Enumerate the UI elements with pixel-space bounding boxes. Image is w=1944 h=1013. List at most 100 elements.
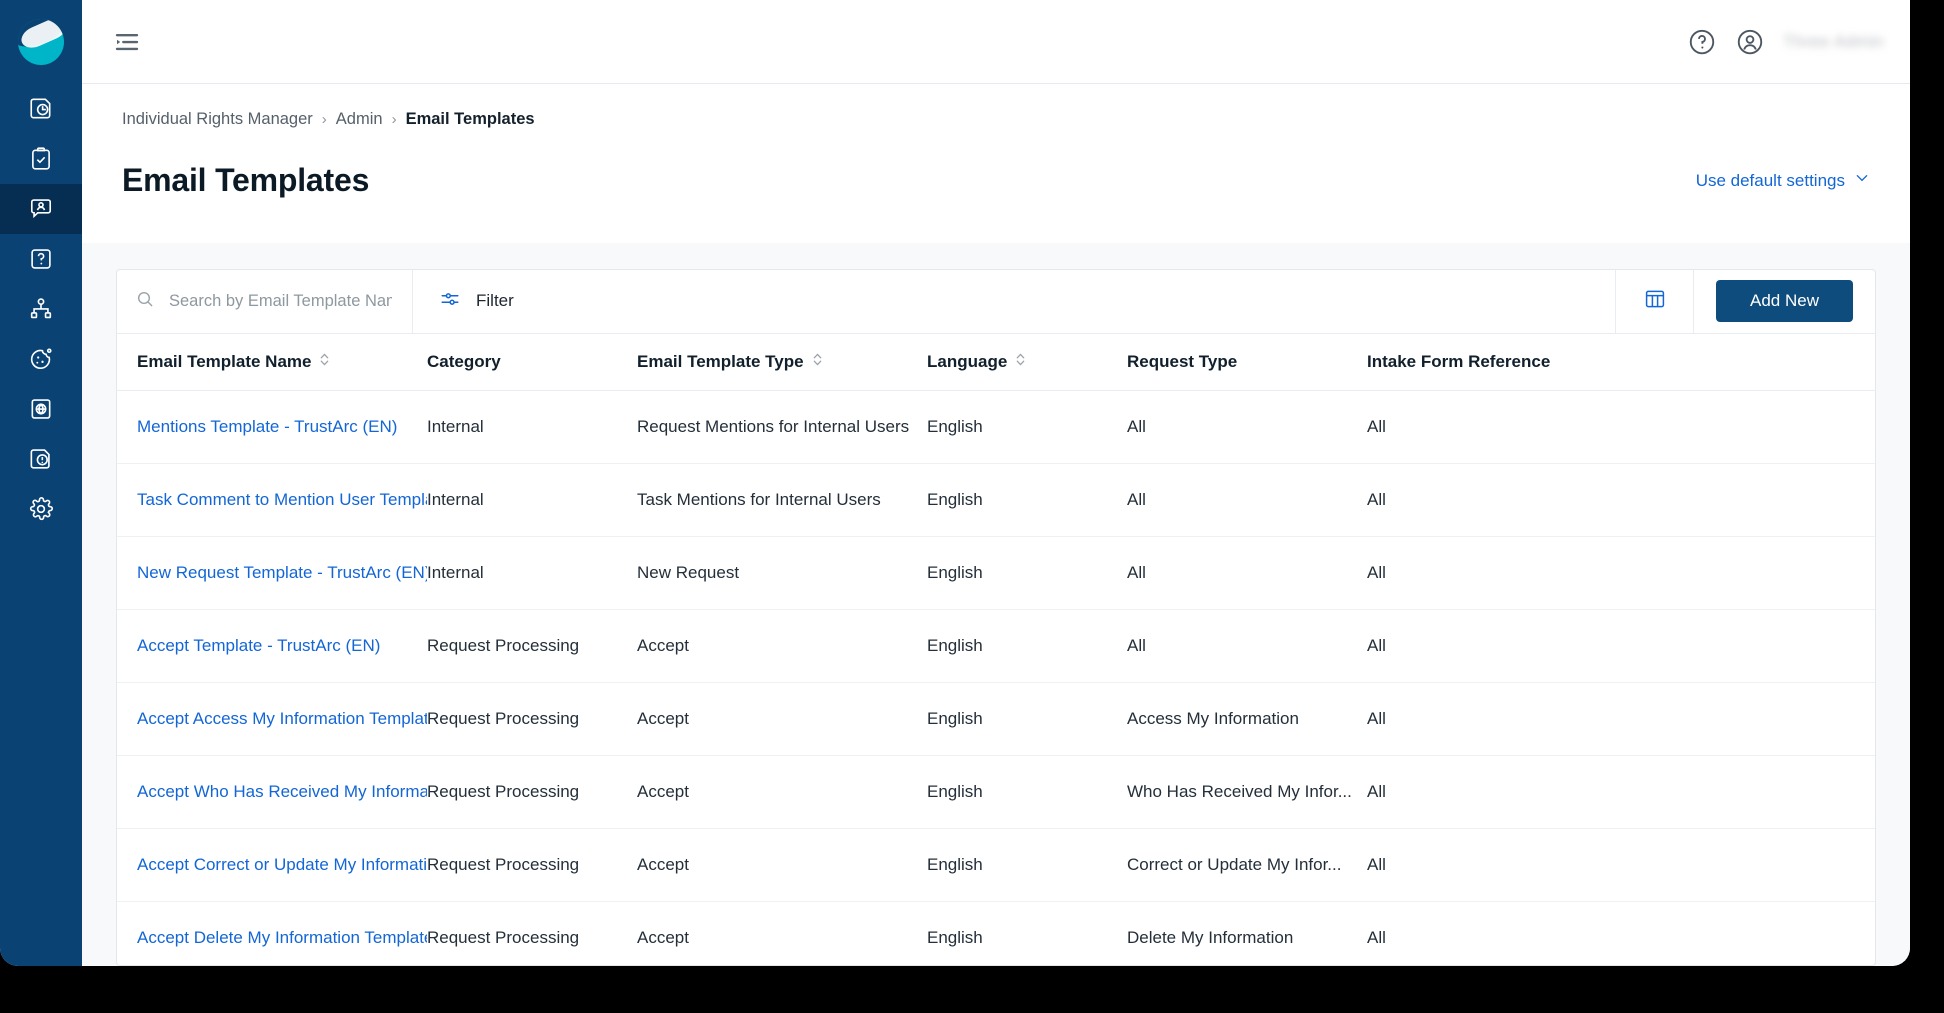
table-row: Accept Delete My Information Template Req…: [117, 901, 1875, 965]
sidebar-item-help-center[interactable]: [0, 234, 82, 284]
user-request-icon: [28, 196, 54, 222]
cell-email-template-name[interactable]: Mentions Template - TrustArc (EN): [117, 390, 427, 464]
sort-toggle-icon[interactable]: [319, 352, 330, 372]
sitemap-icon: [28, 296, 54, 322]
use-default-settings-label: Use default settings: [1695, 170, 1845, 190]
cell-email-template-name[interactable]: Accept Correct or Update My Information …: [117, 828, 427, 902]
cell-email-template-name[interactable]: Accept Template - TrustArc (EN): [117, 609, 427, 683]
cell-intake-form-reference: All: [1367, 901, 1875, 965]
column-label: Category: [427, 351, 501, 371]
cell-email-template-type: Accept: [637, 755, 927, 829]
topbar: Three Admin: [82, 0, 1910, 84]
column-settings-button[interactable]: [1616, 269, 1695, 333]
sidebar-item-data-mapping[interactable]: [0, 284, 82, 334]
cell-email-template-name[interactable]: Task Comment to Mention User Template: [117, 463, 427, 537]
cell-request-type: Who Has Received My Infor...: [1127, 755, 1367, 829]
email-template-link[interactable]: Accept Who Has Received My Information T…: [137, 782, 427, 801]
email-template-link[interactable]: New Request Template - TrustArc (EN): [137, 563, 427, 582]
cell-email-template-type: Task Mentions for Internal Users: [637, 463, 927, 537]
cell-intake-form-reference: All: [1367, 828, 1875, 902]
sort-toggle-icon[interactable]: [812, 352, 823, 372]
page-title: Email Templates: [122, 162, 370, 199]
cell-category: Internal: [427, 463, 637, 537]
cell-category: Request Processing: [427, 609, 637, 683]
breadcrumb: Individual Rights Manager › Admin › Emai…: [122, 110, 1870, 129]
cell-category: Request Processing: [427, 901, 637, 965]
user-name-label: Three Admin: [1783, 31, 1884, 51]
use-default-settings-dropdown[interactable]: Use default settings: [1696, 170, 1870, 191]
cell-intake-form-reference: All: [1367, 536, 1875, 610]
add-new-button[interactable]: Add New: [1716, 280, 1853, 323]
gear-icon: [28, 496, 54, 522]
sort-toggle-icon[interactable]: [1015, 352, 1026, 372]
cell-language: English: [927, 682, 1127, 756]
list-indent-icon[interactable]: [112, 27, 142, 57]
search-input[interactable]: [167, 290, 394, 312]
chevron-down-icon: [1854, 170, 1870, 191]
cell-email-template-type: Accept: [637, 901, 927, 965]
cell-email-template-name[interactable]: New Request Template - TrustArc (EN): [117, 536, 427, 610]
sidebar-item-website-scanning[interactable]: [0, 384, 82, 434]
breadcrumb-item-individual-rights-manager[interactable]: Individual Rights Manager: [122, 110, 313, 129]
user-circle-icon[interactable]: [1735, 27, 1765, 57]
email-template-link[interactable]: Task Comment to Mention User Template: [137, 490, 427, 509]
email-template-link[interactable]: Accept Access My Information Template: [137, 709, 427, 728]
filter-label: Filter: [476, 291, 514, 311]
table-header-row: Email Template Name Category Email Templ…: [117, 333, 1875, 391]
sidebar-item-tasks[interactable]: [0, 134, 82, 184]
cell-language: English: [927, 828, 1127, 902]
column-label: Email Template Name: [137, 351, 312, 371]
cell-email-template-name[interactable]: Accept Who Has Received My Information T…: [117, 755, 427, 829]
add-new-container: Add New: [1694, 270, 1875, 333]
question-box-icon: [28, 246, 54, 272]
sidebar-item-individual-rights-manager[interactable]: [0, 184, 82, 234]
email-template-link[interactable]: Accept Delete My Information Template: [137, 928, 427, 947]
cookie-icon: [28, 346, 54, 372]
cell-category: Request Processing: [427, 682, 637, 756]
app-logo[interactable]: [0, 0, 82, 84]
search-container: [117, 269, 413, 333]
table-scroll-region[interactable]: Email Template Name Category Email Templ…: [117, 333, 1875, 965]
cell-request-type: All: [1127, 536, 1367, 610]
cell-category: Internal: [427, 390, 637, 464]
column-label: Request Type: [1127, 351, 1238, 371]
cell-intake-form-reference: All: [1367, 390, 1875, 464]
cell-category: Internal: [427, 536, 637, 610]
sliders-icon: [439, 288, 461, 315]
breadcrumb-item-admin[interactable]: Admin: [336, 110, 383, 129]
cell-email-template-type: Request Mentions for Internal Users: [637, 390, 927, 464]
cell-email-template-name[interactable]: Accept Delete My Information Template: [117, 901, 427, 965]
cell-email-template-type: Accept: [637, 828, 927, 902]
cell-email-template-type: Accept: [637, 609, 927, 683]
cell-email-template-name[interactable]: Accept Access My Information Template: [117, 682, 427, 756]
email-template-link[interactable]: Accept Template - TrustArc (EN): [137, 636, 380, 655]
primary-sidebar: [0, 0, 82, 966]
column-header-email-template-type[interactable]: Email Template Type: [637, 333, 927, 391]
sidebar-item-dashboard-analytics[interactable]: [0, 84, 82, 134]
cell-request-type: Delete My Information: [1127, 901, 1367, 965]
clock-report-icon: [28, 96, 54, 122]
page-header: Individual Rights Manager › Admin › Emai…: [82, 84, 1910, 243]
column-label: Intake Form Reference: [1367, 351, 1551, 371]
cell-intake-form-reference: All: [1367, 682, 1875, 756]
sidebar-item-cookie-consent[interactable]: [0, 334, 82, 384]
main-area: Three Admin Individual Rights Manager › …: [82, 0, 1910, 966]
sidebar-item-incident-response[interactable]: [0, 434, 82, 484]
sidebar-item-settings[interactable]: [0, 484, 82, 534]
cell-language: English: [927, 463, 1127, 537]
question-circle-icon[interactable]: [1687, 27, 1717, 57]
table-row: Accept Who Has Received My Information T…: [117, 755, 1875, 829]
email-templates-card: Filter Add New: [116, 268, 1876, 966]
column-label: Email Template Type: [637, 351, 804, 371]
cell-language: English: [927, 390, 1127, 464]
column-header-language[interactable]: Language: [927, 333, 1127, 391]
cell-language: English: [927, 609, 1127, 683]
column-header-email-template-name[interactable]: Email Template Name: [117, 333, 427, 391]
email-template-link[interactable]: Mentions Template - TrustArc (EN): [137, 417, 397, 436]
filter-button[interactable]: Filter: [413, 269, 1617, 333]
cell-request-type: All: [1127, 463, 1367, 537]
email-template-link[interactable]: Accept Correct or Update My Information …: [137, 855, 427, 874]
cell-language: English: [927, 901, 1127, 965]
cell-category: Request Processing: [427, 755, 637, 829]
search-icon: [135, 289, 155, 314]
